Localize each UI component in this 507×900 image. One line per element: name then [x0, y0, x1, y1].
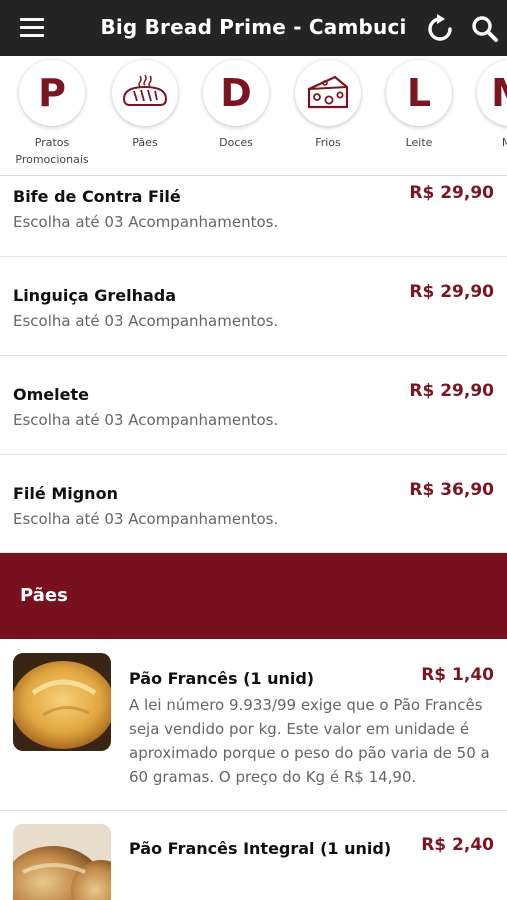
category-icon-d: D [203, 60, 269, 126]
bread-photo [13, 824, 111, 900]
product-item[interactable]: Pão Francês Integral (1 unid) R$ 2,40 [0, 811, 507, 900]
category-doces[interactable]: D Doces [190, 60, 282, 151]
menu-item[interactable]: Bife de Contra Filé Escolha até 03 Acomp… [0, 177, 507, 257]
category-more[interactable]: M Ma [464, 60, 507, 151]
product-name: Pão Francês (1 unid) [129, 669, 315, 688]
menu-item[interactable]: Linguiça Grelhada Escolha até 03 Acompan… [0, 257, 507, 356]
item-price: R$ 29,90 [409, 282, 494, 302]
item-description: Escolha até 03 Acompanhamentos. [13, 213, 279, 231]
category-label: Doces [219, 136, 253, 149]
menu-item[interactable]: Filé Mignon Escolha até 03 Acompanhament… [0, 455, 507, 553]
item-name: Bife de Contra Filé [13, 187, 181, 206]
app-header: Big Bread Prime - Cambuci [0, 0, 507, 56]
item-description: Escolha até 03 Acompanhamentos. [13, 411, 279, 429]
category-paes[interactable]: Pães [99, 60, 191, 151]
item-price: R$ 36,90 [409, 480, 494, 500]
product-name: Pão Francês Integral (1 unid) [129, 839, 392, 858]
category-label: Ma [464, 134, 507, 151]
cheese-icon [295, 60, 361, 126]
product-price: R$ 1,40 [421, 665, 494, 685]
item-description: Escolha até 03 Acompanhamentos. [13, 510, 279, 528]
product-price: R$ 2,40 [421, 835, 494, 855]
bread-icon [112, 60, 178, 126]
category-label: Frios [315, 136, 341, 149]
item-name: Omelete [13, 385, 89, 404]
section-header-paes: Pães [0, 553, 507, 639]
category-strip: P Pratos Promocionais Pães D Doces Frios… [0, 56, 507, 176]
category-icon-l: L [386, 60, 452, 126]
category-frios[interactable]: Frios [282, 60, 374, 151]
item-name: Linguiça Grelhada [13, 286, 177, 305]
category-pratos-promocionais[interactable]: P Pratos Promocionais [6, 60, 98, 168]
section-title: Pães [20, 585, 68, 606]
category-icon-m: M [477, 60, 507, 126]
category-label: Pães [132, 136, 158, 149]
search-icon[interactable] [470, 14, 500, 44]
product-description: A lei número 9.933/99 exige que o Pão Fr… [129, 696, 490, 786]
item-name: Filé Mignon [13, 484, 118, 503]
category-label: Pratos Promocionais [15, 136, 89, 166]
refresh-icon[interactable] [424, 14, 456, 44]
item-description: Escolha até 03 Acompanhamentos. [13, 312, 279, 330]
bread-photo [13, 653, 111, 751]
menu-item[interactable]: Omelete Escolha até 03 Acompanhamentos. … [0, 356, 507, 455]
item-price: R$ 29,90 [409, 381, 494, 401]
category-leite[interactable]: L Leite [373, 60, 465, 151]
product-item[interactable]: Pão Francês (1 unid) R$ 1,40 A lei númer… [0, 639, 507, 811]
item-price: R$ 29,90 [409, 183, 494, 203]
category-label: Leite [405, 136, 433, 149]
category-icon-p: P [19, 60, 85, 126]
